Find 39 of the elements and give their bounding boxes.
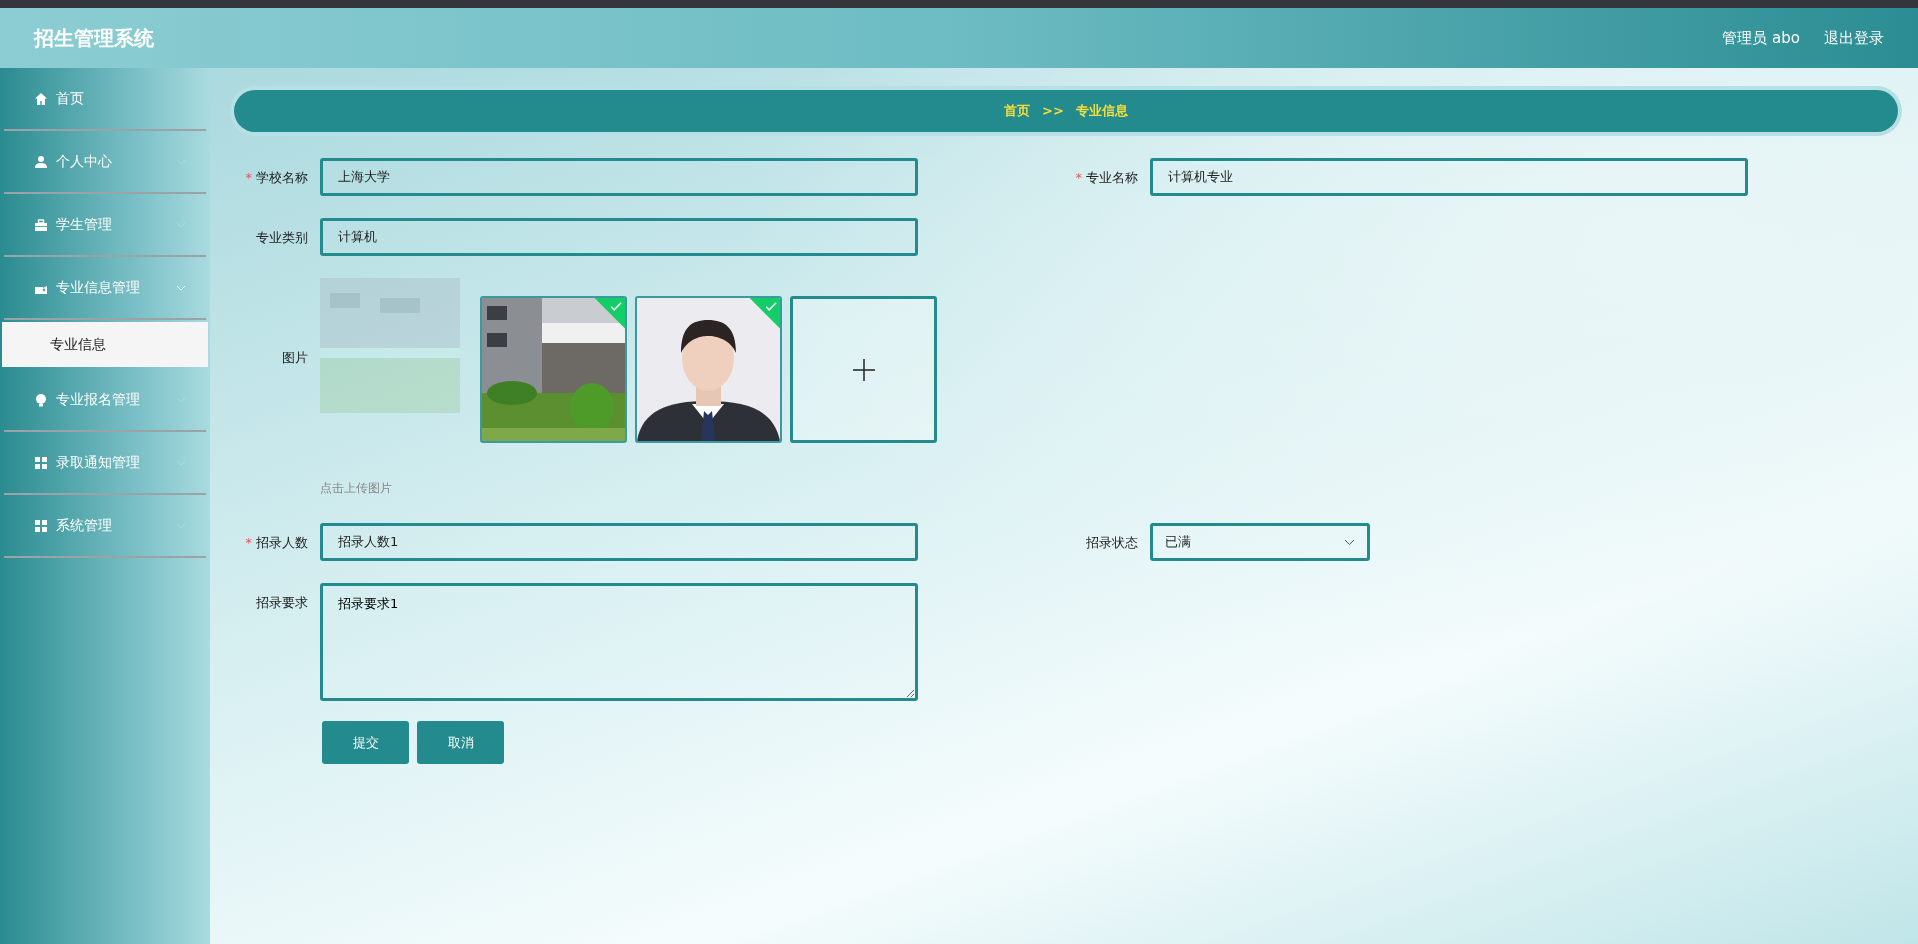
select-field[interactable]: 已满 xyxy=(1150,523,1370,561)
field-label: 专业类别 xyxy=(256,230,308,245)
breadcrumb-current: 专业信息 xyxy=(1075,102,1128,121)
sidebar-item[interactable]: 个人中心 xyxy=(4,131,206,194)
input-field[interactable]: 上海大学 xyxy=(320,158,918,196)
input-field[interactable]: 计算机 xyxy=(320,218,918,256)
input-field[interactable]: 计算机专业 xyxy=(1150,158,1748,196)
input-field[interactable]: 招录人数1 xyxy=(320,523,918,561)
field-label: * 专业名称 xyxy=(1075,170,1138,185)
plus-icon xyxy=(852,358,875,381)
field-label: * 学校名称 xyxy=(245,170,308,185)
sidebar-item[interactable]: 录取通知管理 xyxy=(4,432,206,495)
user-link[interactable]: 管理员 abo xyxy=(1722,26,1800,50)
breadcrumb-link[interactable]: 首页 xyxy=(1004,101,1031,121)
briefcase-icon xyxy=(34,217,48,232)
logout-link[interactable]: 退出登录 xyxy=(1824,26,1884,50)
grid-icon xyxy=(34,455,48,470)
caret-icon xyxy=(1344,538,1355,546)
grid-icon xyxy=(34,518,48,533)
field-label: 图片 xyxy=(282,350,308,365)
breadcrumb-separator: >> xyxy=(1042,102,1064,121)
field-label: 招录状态 xyxy=(1086,535,1138,550)
sidebar-item[interactable]: 系统管理 xyxy=(4,495,206,558)
text-area[interactable]: 招录要求1 xyxy=(320,583,918,701)
sidebar-item[interactable]: 首页 xyxy=(4,68,206,131)
person-icon xyxy=(34,154,48,169)
sidebar-item[interactable]: 学生管理 xyxy=(4,194,206,257)
submit-button[interactable]: 提交 xyxy=(322,721,409,764)
home-icon xyxy=(34,91,48,106)
bulb-icon xyxy=(34,392,48,407)
sidebar-item[interactable]: 专业报名管理 xyxy=(4,369,206,432)
app-title: 招生管理系统 xyxy=(34,25,154,52)
cancel-button[interactable]: 取消 xyxy=(417,721,504,764)
upload-button[interactable] xyxy=(790,296,937,443)
sidebar-subitem[interactable]: 专业信息 xyxy=(2,322,208,367)
field-label: * 招录人数 xyxy=(245,535,308,550)
field-label: 招录要求 xyxy=(256,595,308,610)
sidebar-item[interactable]: 专业信息管理 xyxy=(4,257,206,320)
upload-hint: 点击上传图片 xyxy=(320,480,393,497)
